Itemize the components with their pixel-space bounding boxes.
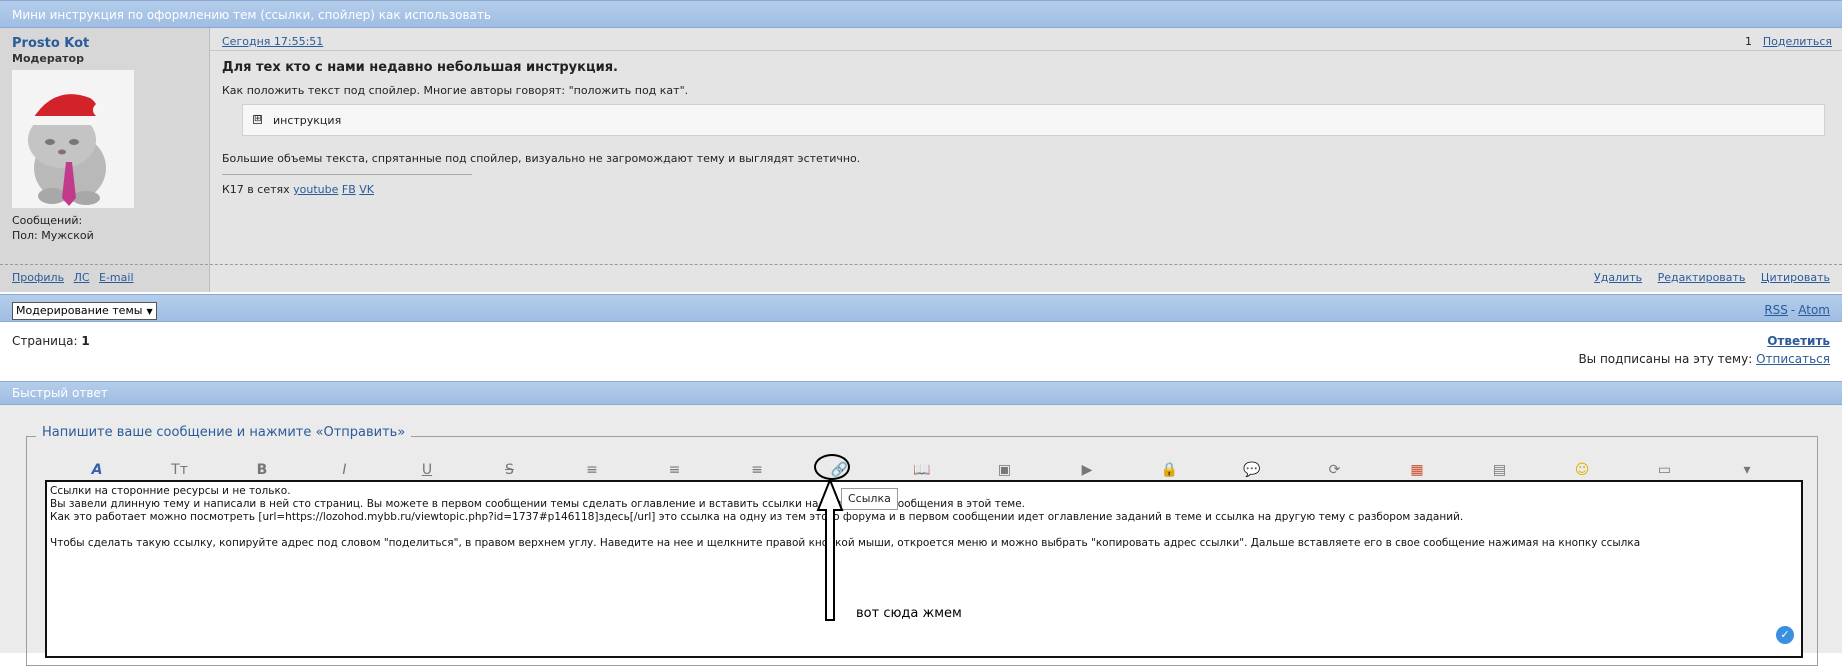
- message-line: Ссылки на сторонние ресурсы и не только.: [50, 485, 291, 497]
- post: Prosto Kot Модератор Сообщений: Пол: Муж…: [0, 28, 1842, 292]
- chevron-down-icon: ▼: [146, 307, 153, 316]
- post-title: Для тех кто с нами недавно небольшая инс…: [222, 60, 618, 75]
- table-icon[interactable]: ▤: [1489, 459, 1511, 481]
- smile-icon[interactable]: ☺: [1571, 459, 1593, 481]
- post-content-panel: Сегодня 17:55:51 1 Поделиться Для тех кт…: [210, 28, 1842, 292]
- current-page: 1: [81, 334, 90, 348]
- author-posts-count: Сообщений:: [12, 214, 83, 227]
- post-header-divider: [210, 50, 1842, 51]
- moderation-select[interactable]: Модерирование темы ▼: [12, 302, 157, 320]
- avatar: [12, 70, 134, 208]
- author-links: Профиль ЛС E-mail: [12, 271, 140, 284]
- author-name[interactable]: Prosto Kot: [12, 36, 89, 51]
- moderation-select-value: Модерирование темы: [16, 304, 143, 317]
- message-line-empty: [50, 524, 1798, 537]
- post-author-panel: Prosto Kot Модератор Сообщений: Пол: Муж…: [0, 28, 210, 292]
- signature-prefix: К17 в сетях: [222, 183, 290, 196]
- feed-separator: -: [1790, 303, 1796, 317]
- author-role: Модератор: [12, 52, 84, 65]
- message-line: Чтобы сделать такую ссылку, копируйте ад…: [50, 537, 1641, 549]
- font-color-icon[interactable]: A: [86, 459, 108, 481]
- post-paragraph: Как положить текст под спойлер. Многие а…: [222, 84, 689, 97]
- topic-title: Мини инструкция по оформлению тем (ссылк…: [12, 8, 491, 22]
- pagination-label: Страница:: [12, 334, 78, 348]
- delete-link[interactable]: Удалить: [1594, 271, 1642, 284]
- check-icon[interactable]: ✓: [1776, 626, 1794, 644]
- signature-link-youtube[interactable]: youtube: [293, 183, 338, 196]
- quote-link[interactable]: Цитировать: [1761, 271, 1830, 284]
- post-actions: Удалить Редактировать Цитировать: [1582, 271, 1830, 284]
- subscription-text: Вы подписаны на эту тему:: [1578, 352, 1753, 366]
- signature-link-vk[interactable]: VK: [359, 183, 374, 196]
- refresh-icon[interactable]: ⟳: [1324, 459, 1346, 481]
- signature: К17 в сетях youtube FB VK: [222, 183, 374, 196]
- reply-legend: Напишите ваше сообщение и нажмите «Отпра…: [36, 425, 412, 440]
- moderation-bar: Модерирование темы ▼ RSS - Atom: [0, 294, 1842, 322]
- reply-link[interactable]: Ответить: [1767, 334, 1830, 348]
- topic-title-bar: Мини инструкция по оформлению тем (ссылк…: [0, 0, 1842, 28]
- align-right-icon[interactable]: ≡: [746, 459, 768, 481]
- bold-icon[interactable]: B: [251, 459, 273, 481]
- align-center-icon[interactable]: ≡: [664, 459, 686, 481]
- atom-link[interactable]: Atom: [1798, 303, 1830, 317]
- email-link[interactable]: E-mail: [99, 271, 134, 284]
- quick-reply-bar: Быстрый ответ: [0, 381, 1842, 405]
- cat-avatar-image: [12, 70, 134, 208]
- author-gender: Пол: Мужской: [12, 229, 94, 242]
- annotation-label: вот сюда жмем: [856, 606, 962, 621]
- message-line: Вы завели длинную тему и написали в ней …: [50, 498, 1026, 510]
- message-textarea[interactable]: Ссылки на сторонние ресурсы и не только.…: [45, 480, 1803, 658]
- edit-link[interactable]: Редактировать: [1658, 271, 1746, 284]
- spoiler-title[interactable]: инструкция: [273, 114, 341, 127]
- align-left-icon[interactable]: ≡: [581, 459, 603, 481]
- feed-links: RSS - Atom: [1764, 303, 1830, 317]
- colors-icon[interactable]: ▦: [1406, 459, 1428, 481]
- quote-icon[interactable]: 💬: [1241, 459, 1263, 481]
- share-link[interactable]: Поделиться: [1763, 35, 1832, 48]
- post-date-link[interactable]: Сегодня 17:55:51: [222, 35, 323, 48]
- lock-icon[interactable]: 🔒: [1159, 459, 1181, 481]
- quick-reply-title: Быстрый ответ: [12, 386, 108, 400]
- signature-divider: [222, 174, 472, 175]
- video-icon[interactable]: ▶: [1076, 459, 1098, 481]
- rss-link[interactable]: RSS: [1764, 303, 1788, 317]
- pagination: Страница: 1: [12, 334, 90, 348]
- expand-plus-icon[interactable]: ⊞: [253, 115, 262, 124]
- folder-icon[interactable]: ▭: [1654, 459, 1676, 481]
- image-icon[interactable]: ▣: [994, 459, 1016, 481]
- annotation-circle: [814, 454, 850, 480]
- link-tooltip: Ссылка: [841, 488, 898, 510]
- spoiler-block[interactable]: ⊞ инструкция: [242, 104, 1825, 136]
- post-number: 1: [1745, 35, 1752, 48]
- strike-icon[interactable]: S: [499, 459, 521, 481]
- font-size-icon[interactable]: Tт: [169, 459, 191, 481]
- post-paragraph: Большие объемы текста, спрятанные под сп…: [222, 152, 861, 165]
- underline-icon[interactable]: U: [416, 459, 438, 481]
- signature-link-fb[interactable]: FB: [342, 183, 356, 196]
- subscription-status: Вы подписаны на эту тему: Отписаться: [1578, 352, 1830, 366]
- unsubscribe-link[interactable]: Отписаться: [1756, 352, 1830, 366]
- annotation-arrow: [816, 478, 844, 621]
- message-line: Как это работает можно посмотреть [url=h…: [50, 511, 1464, 523]
- book-icon[interactable]: 📖: [911, 459, 933, 481]
- more-icon[interactable]: ▾: [1736, 459, 1758, 481]
- pm-link[interactable]: ЛС: [74, 271, 90, 284]
- post-footer: Профиль ЛС E-mail Удалить Редактировать …: [0, 264, 1842, 292]
- profile-link[interactable]: Профиль: [12, 271, 64, 284]
- italic-icon[interactable]: I: [334, 459, 356, 481]
